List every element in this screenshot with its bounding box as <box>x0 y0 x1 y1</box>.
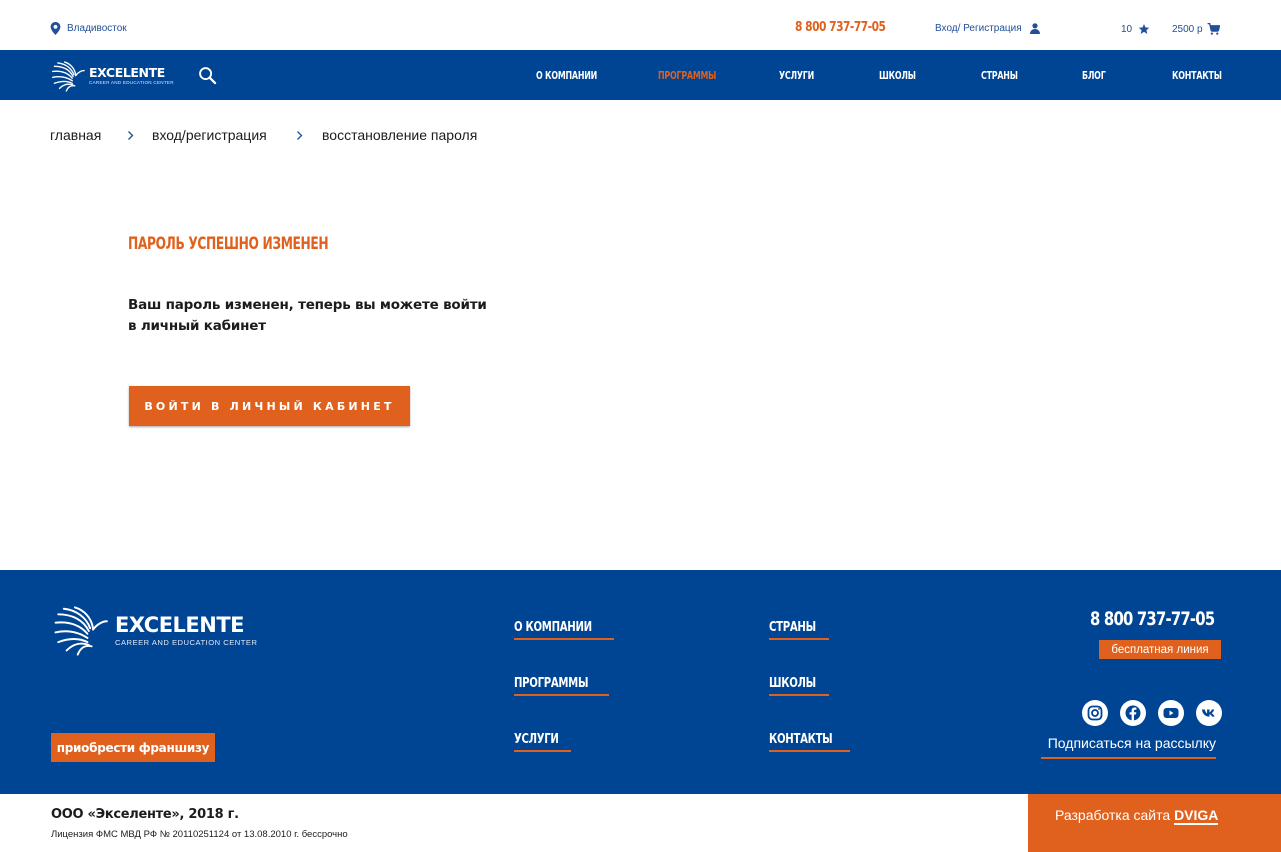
footer-brand-name: EXCELENTE <box>115 613 245 638</box>
footer-logo[interactable]: EXCELENTE CAREER AND EDUCATION CENTER <box>52 606 257 656</box>
footer-link-programs[interactable]: Программы <box>514 676 610 696</box>
developer-prefix: Разработка сайта <box>1055 807 1171 823</box>
city-label: Владивосток <box>67 23 127 34</box>
footer-link-label: Услуги <box>514 732 559 747</box>
chevron-right-icon <box>297 131 303 140</box>
main-nav: EXCELENTE CAREER AND EDUCATION CENTER О … <box>0 50 1281 100</box>
chevron-right-icon <box>128 131 134 140</box>
logo-icon <box>54 606 108 656</box>
breadcrumb-login[interactable]: вход/регистрация <box>152 127 267 143</box>
footer-link-label: Программы <box>514 676 589 691</box>
subscribe-link[interactable]: Подписаться на рассылку <box>1041 735 1216 759</box>
nav-item-countries[interactable]: Страны <box>981 69 1018 82</box>
breadcrumb-current: восстановление пароля <box>322 127 478 143</box>
nav-item-schools[interactable]: Школы <box>879 69 916 82</box>
cart-total: 2500 р <box>1172 23 1203 35</box>
bottom-bar: ООО «Экселенте», 2018 г. Лицензия ФМС МВ… <box>0 794 1281 852</box>
footer: EXCELENTE CAREER AND EDUCATION CENTER пр… <box>0 570 1281 794</box>
license-text: Лицензия ФМС МВД РФ № 20110251124 от 13.… <box>51 829 348 840</box>
youtube-link[interactable] <box>1158 700 1184 726</box>
footer-phone[interactable]: 8 800 737-77-05 <box>1090 608 1215 630</box>
facebook-link[interactable] <box>1120 700 1146 726</box>
footer-link-countries[interactable]: Страны <box>769 620 829 640</box>
search-icon[interactable] <box>198 66 217 85</box>
franchise-button[interactable]: приобрести франшизу <box>51 733 215 762</box>
login-link[interactable]: Вход/ Регистрация <box>935 23 1040 34</box>
page-title: Пароль успешно изменен <box>128 234 329 254</box>
location-pin-icon <box>50 22 61 35</box>
footer-link-label: Школы <box>769 676 816 691</box>
footer-link-label: Страны <box>769 620 816 635</box>
star-icon <box>1138 24 1150 34</box>
social-links <box>1082 700 1222 726</box>
vk-link[interactable] <box>1196 700 1222 726</box>
footer-link-label: О компании <box>514 620 592 635</box>
developer-credit: Разработка сайта DVIGA <box>1028 794 1281 852</box>
footer-link-label: Контакты <box>769 732 833 747</box>
nav-item-contacts[interactable]: Контакты <box>1172 69 1222 82</box>
cart-icon <box>1207 23 1220 35</box>
instagram-link[interactable] <box>1082 700 1108 726</box>
site-logo[interactable]: EXCELENTE CAREER AND EDUCATION CENTER <box>51 61 174 92</box>
footer-link-contacts[interactable]: Контакты <box>769 732 851 752</box>
youtube-icon <box>1163 708 1179 718</box>
footer-link-services[interactable]: Услуги <box>514 732 572 752</box>
footer-link-schools[interactable]: Школы <box>769 676 830 696</box>
breadcrumb-home[interactable]: главная <box>50 127 101 143</box>
footer-link-about[interactable]: О компании <box>514 620 614 640</box>
login-label: Вход/ Регистрация <box>935 23 1022 34</box>
header-phone[interactable]: 8 800 737-77-05 <box>795 20 886 35</box>
instagram-icon <box>1087 705 1103 721</box>
logo-icon <box>52 61 85 92</box>
free-line-badge: бесплатная линия <box>1099 640 1221 659</box>
developer-link[interactable]: DVIGA <box>1174 807 1219 825</box>
top-bar: Владивосток 8 800 737-77-05 Вход/ Регист… <box>0 0 1281 50</box>
success-message: Ваш пароль изменен, теперь вы можете вой… <box>128 297 487 334</box>
footer-brand-subtitle: CAREER AND EDUCATION CENTER <box>115 638 258 648</box>
nav-item-blog[interactable]: Блог <box>1082 69 1106 82</box>
nav-item-programs[interactable]: Программы <box>658 69 716 82</box>
brand-name: EXCELENTE <box>89 64 165 80</box>
login-cabinet-button[interactable]: Войти в личный кабинет <box>129 386 410 426</box>
nav-item-services[interactable]: Услуги <box>779 69 814 82</box>
user-icon <box>1029 23 1040 34</box>
vk-icon <box>1202 709 1215 717</box>
nav-item-about[interactable]: О компании <box>536 69 597 82</box>
cart-link[interactable]: 2500 р <box>1172 23 1220 35</box>
brand-subtitle: CAREER AND EDUCATION CENTER <box>89 80 174 86</box>
favorites-count: 10 <box>1121 23 1133 35</box>
facebook-icon <box>1125 705 1141 721</box>
city-selector[interactable]: Владивосток <box>50 22 127 35</box>
favorites-link[interactable]: 10 <box>1121 23 1150 35</box>
copyright: ООО «Экселенте», 2018 г. <box>51 807 239 822</box>
